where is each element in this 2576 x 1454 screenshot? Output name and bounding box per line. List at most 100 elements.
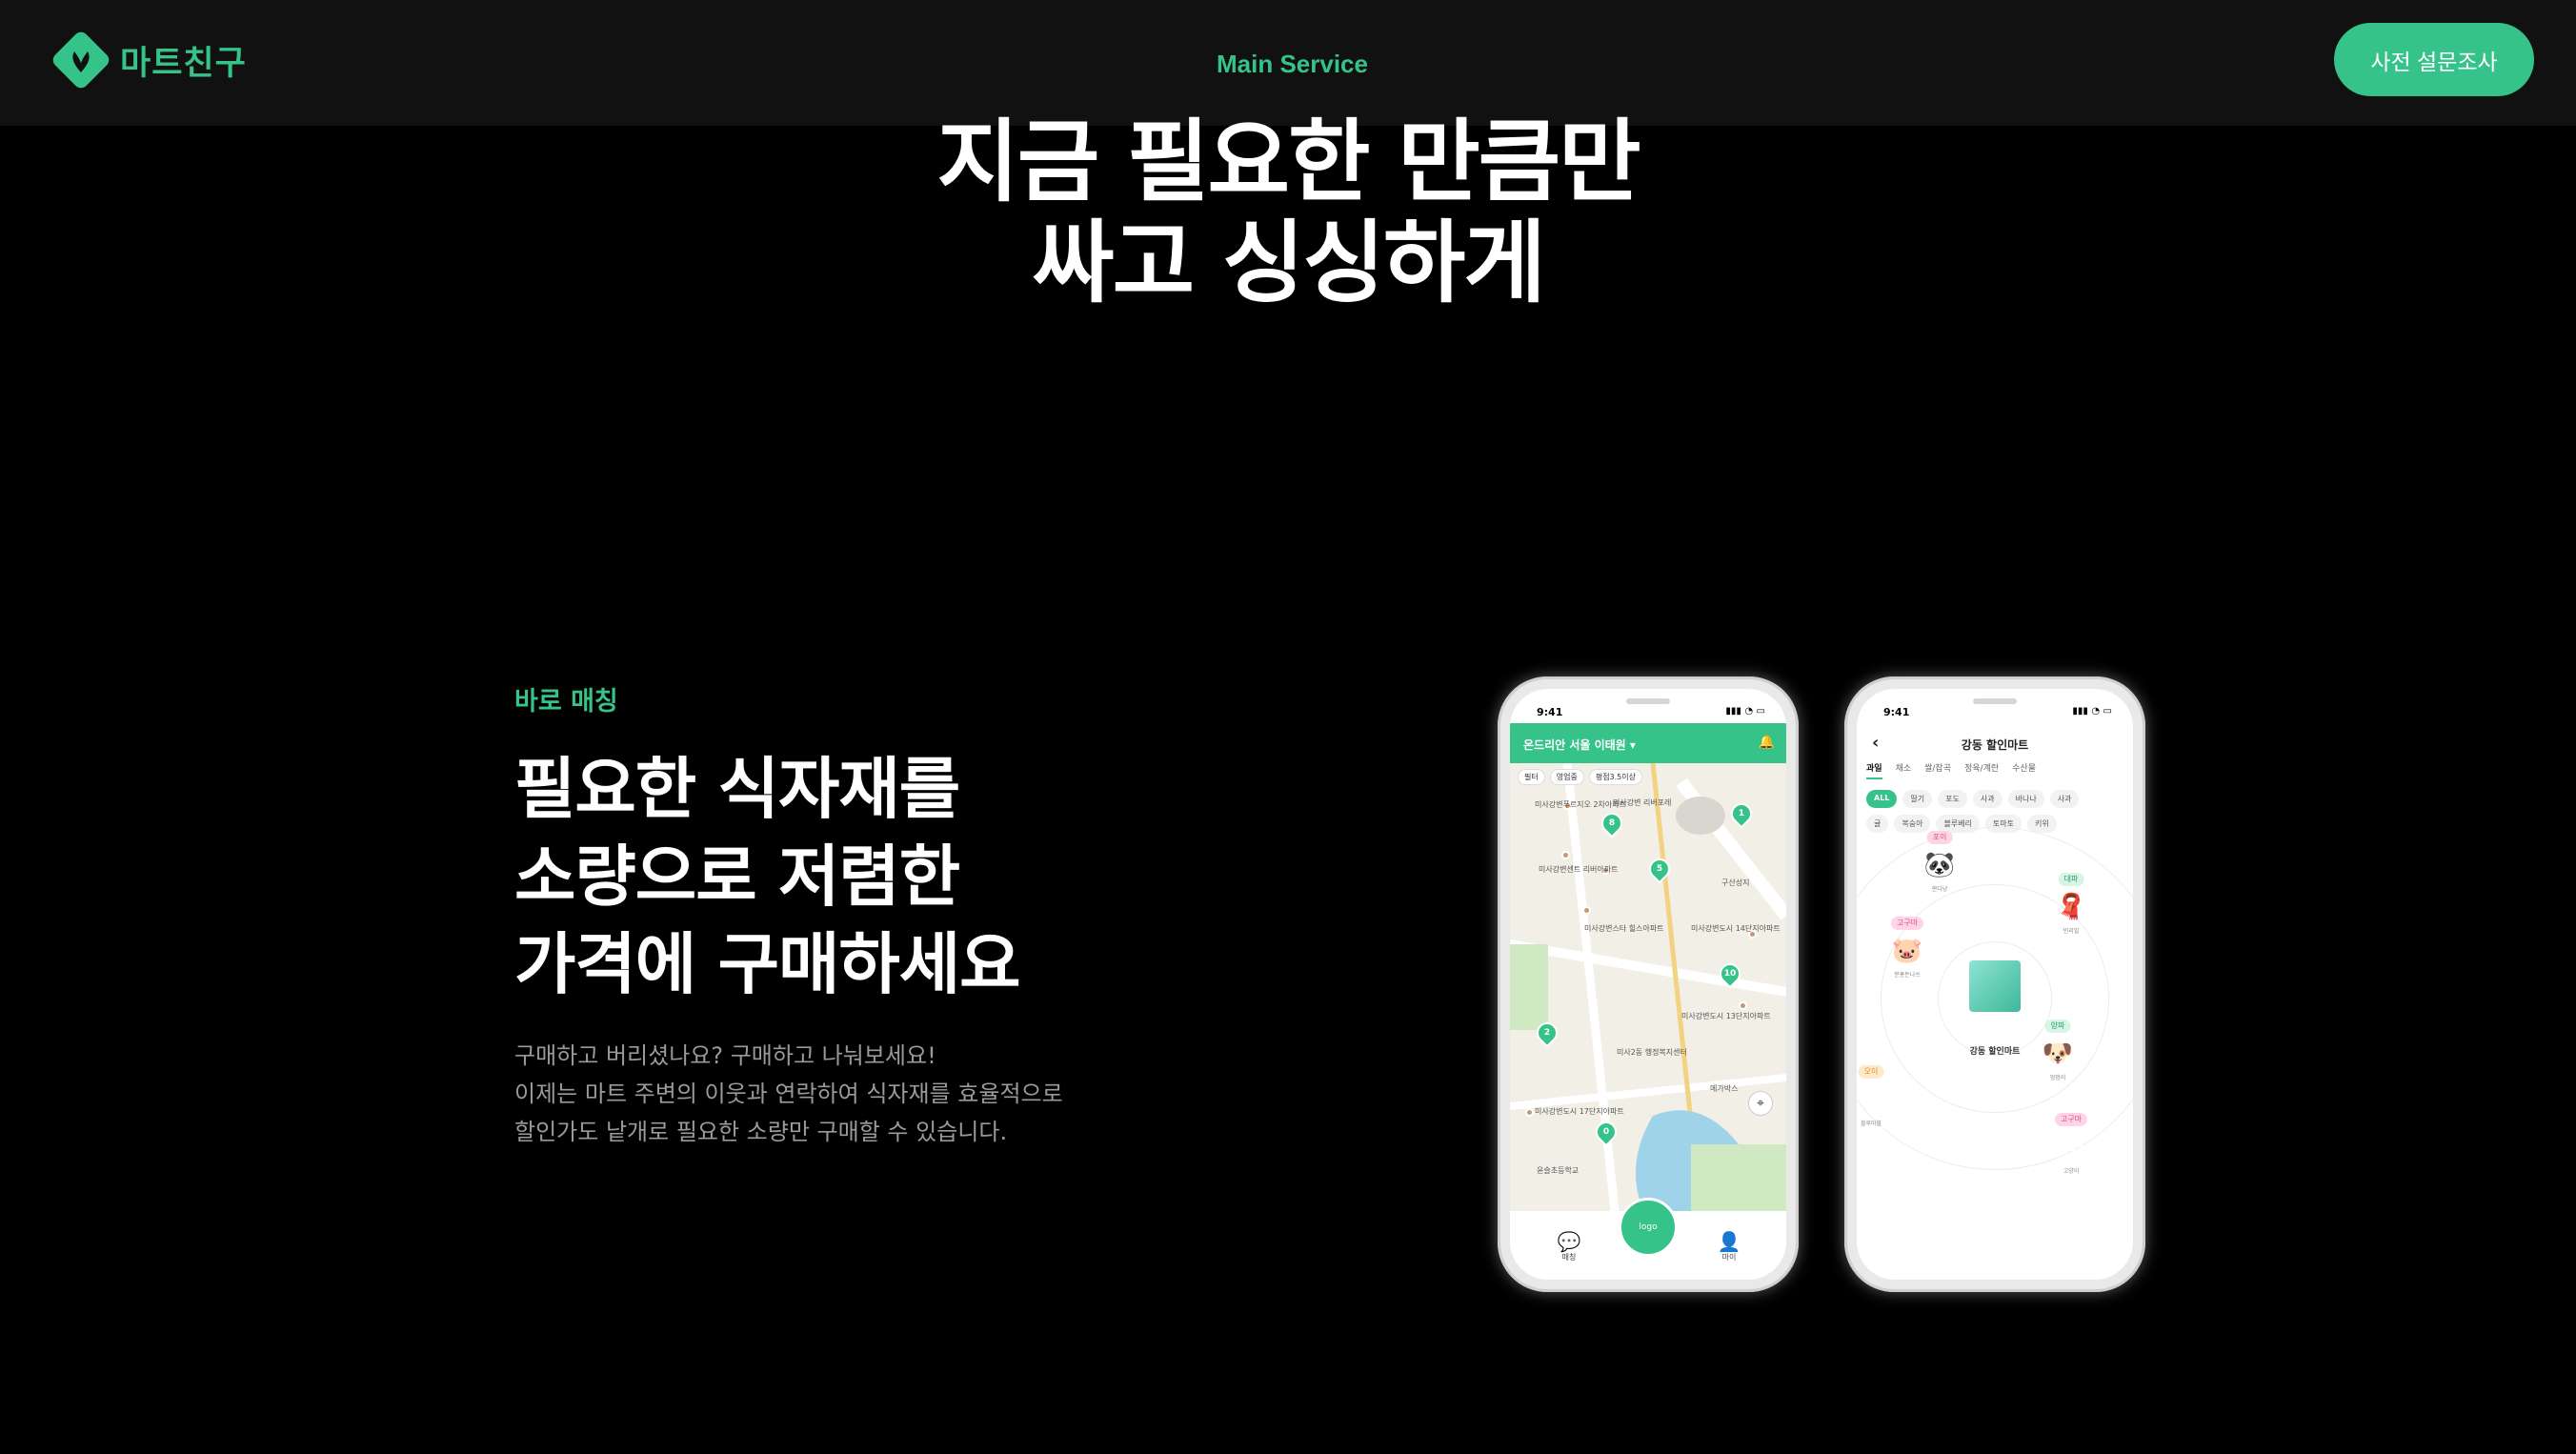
neighbor-avatar[interactable]: 🧣 대파 빈리빌 [2052, 873, 2090, 935]
map-filter-chips: 필터 영업중 평점3.5이상 [1518, 769, 1642, 785]
red-hood-icon: 🧣 [2055, 893, 2087, 921]
poi-label: 미사2동 행정복지센터 [1617, 1048, 1687, 1057]
filter-chip[interactable]: 평점3.5이상 [1588, 769, 1642, 785]
neighbor-avatar[interactable]: 🐷 고구마 분홍돈나쓰 [1888, 917, 1926, 979]
poi-label: 미사강변도시 14단지아파트 [1691, 924, 1781, 933]
item-tag: 대파 [2058, 873, 2084, 886]
store-screen: 9:41 ▮▮▮ ◔ ▭ ‹ 강동 할인마트 과일 채소 쌀/잡곡 정육/계란 … [1857, 689, 2133, 1280]
hero-line-1: 지금 필요한 만큼만 [936, 111, 1640, 214]
brand-name: 마트친구 [120, 44, 247, 83]
tab-label: 마이 [1721, 1253, 1737, 1262]
pig-icon: 🐷 [1891, 937, 1923, 965]
filter-row-1: ALL 딸기 포도 사과 바나나 사과 [1866, 790, 2080, 808]
nickname: 분홍돈나쓰 [1894, 972, 1921, 979]
status-time: 9:41 [1883, 706, 1910, 718]
poi-label: 윤슬초등학교 [1537, 1166, 1580, 1175]
poi-label: 미사강변도시 13단지아파트 [1681, 1012, 1771, 1020]
nav-link-main-service[interactable]: Main Service [1217, 50, 1368, 79]
notch [1626, 698, 1670, 704]
nickname: 판다냥 [1931, 886, 1948, 893]
item-tag: 고구마 [2054, 1113, 2088, 1126]
devil-icon: 😈 [1858, 1085, 1884, 1114]
category-tab[interactable]: 쌀/잡곡 [1924, 761, 1951, 779]
neighbor-avatar[interactable]: 🐼 포이 판다냥 [1921, 831, 1959, 893]
bell-icon[interactable]: 🔔 [1759, 735, 1775, 750]
hero-heading: 지금 필요한 만큼만 싸고 싱싱하게 [0, 112, 2576, 314]
radar-store-label: 강동 할인마트 [1969, 1047, 2021, 1057]
nickname: 빈리빌 [2063, 928, 2080, 935]
feature-desc-line: 이제는 마트 주변의 이웃과 연락하여 식자재를 효율적으로 [514, 1080, 1063, 1107]
category-tab[interactable]: 과일 [1866, 761, 1882, 779]
brand-logo[interactable]: 마트친구 [48, 27, 247, 93]
feature-desc-line: 할인가도 낱개로 필요한 소량만 구매할 수 있습니다. [514, 1119, 1008, 1145]
item-tag: 오이 [1858, 1065, 1884, 1079]
hero-line-2: 싸고 싱싱하게 [1032, 212, 1546, 315]
store-title: 강동 할인마트 [1961, 738, 2029, 752]
nickname: 멍멍이 [2049, 1075, 2066, 1081]
poi-label: 미사강변도시 17단지아파트 [1535, 1107, 1624, 1116]
store-header: ‹ 강동 할인마트 [1857, 727, 2133, 759]
top-nav: 마트친구 Main Service 사전 설문조사 [0, 0, 2576, 126]
poi-label: 미사강변 리버포레 [1613, 798, 1672, 807]
filter-chip[interactable]: 바나나 [2007, 790, 2044, 808]
filter-chip[interactable]: 필터 [1518, 769, 1545, 785]
filter-chip[interactable]: 딸기 [1902, 790, 1933, 808]
filter-chip[interactable]: 사과 [1972, 790, 2002, 808]
status-bar: 9:41 ▮▮▮ ◔ ▭ [1510, 689, 1786, 723]
tab-my[interactable]: 👤 마이 [1710, 1231, 1748, 1262]
chat-icon: 💬 [1557, 1230, 1581, 1253]
poi-label: 메가박스 [1710, 1084, 1739, 1093]
feature-title-line: 가격에 구매하세요 [514, 925, 1021, 1003]
poi-label: 구산성지 [1721, 878, 1750, 887]
map-view[interactable]: 필터 영업중 평점3.5이상 8 5 1 10 2 0 미사강변푸르지오 2차아… [1510, 763, 1786, 1211]
item-tag: 고구마 [1890, 917, 1924, 930]
bottom-tab-bar: 💬 매칭 logo 👤 마이 [1510, 1198, 1786, 1280]
feature-description: 구매하고 버리셨나요? 구매하고 나눠보세요! 이제는 마트 주변의 이웃과 연… [514, 1037, 1063, 1151]
neighbor-avatar[interactable]: 🐶 양파 멍멍이 [2039, 1020, 2077, 1081]
location-selector[interactable]: 온드리안 서울 이태원 ▾ [1523, 737, 1636, 753]
feature-eyebrow: 바로 매칭 [514, 687, 618, 717]
map-header: 온드리안 서울 이태원 ▾ 🔔 [1510, 723, 1786, 763]
map-roads [1510, 763, 1786, 1211]
item-tag: 포이 [1926, 831, 1953, 844]
leaf-logo-icon [48, 27, 114, 93]
filter-chip[interactable]: 영업중 [1549, 769, 1584, 785]
category-tab[interactable]: 수산물 [2012, 761, 2036, 779]
pre-survey-button[interactable]: 사전 설문조사 [2334, 23, 2534, 96]
neighbor-radar: 강동 할인마트 🐼 포이 판다냥 🧣 대파 빈리빌 🐷 고구마 분홍돈나쓰 🐶 … [1857, 827, 2133, 1175]
category-tab[interactable]: 채소 [1896, 761, 1912, 779]
feature-title: 필요한 식자재를 소량으로 저렴한 가격에 구매하세요 [514, 745, 1021, 1008]
logo-fab-button[interactable]: logo [1619, 1198, 1678, 1257]
poi-marker [1561, 851, 1570, 859]
current-location-icon[interactable]: ⌖ [1748, 1091, 1773, 1116]
signal-battery-icon: ▮▮▮ ◔ ▭ [1725, 706, 1765, 717]
category-tab[interactable]: 정육/계란 [1964, 761, 1999, 779]
feature-title-line: 소량으로 저렴한 [514, 838, 960, 916]
feature-desc-line: 구매하고 버리셨나요? 구매하고 나눠보세요! [514, 1042, 936, 1069]
phone-mockup-store: 9:41 ▮▮▮ ◔ ▭ ‹ 강동 할인마트 과일 채소 쌀/잡곡 정육/계란 … [1844, 677, 2145, 1292]
store-cube-icon [1969, 960, 2021, 1012]
nickname: 고양이 [2063, 1168, 2080, 1175]
item-tag: 양파 [2044, 1020, 2071, 1033]
panda-icon: 🐼 [1923, 851, 1956, 879]
poi-marker [1525, 1108, 1534, 1117]
poi-label: 미사강변스타 힐스아파트 [1584, 924, 1664, 933]
category-tabs: 과일 채소 쌀/잡곡 정육/계란 수산물 [1866, 761, 2036, 779]
user-icon: 👤 [1717, 1230, 1741, 1253]
status-time: 9:41 [1537, 706, 1563, 718]
phone-mockup-map: 9:41 ▮▮▮ ◔ ▭ 온드리안 서울 이태원 ▾ 🔔 필터 영업중 평점3.… [1498, 677, 1799, 1292]
signal-battery-icon: ▮▮▮ ◔ ▭ [2072, 706, 2112, 717]
tab-label: 매칭 [1561, 1253, 1577, 1262]
notch [1973, 698, 2017, 704]
nickname: 블루마블 [1860, 1121, 1882, 1127]
filter-chip[interactable]: 사과 [2049, 790, 2080, 808]
filter-chip[interactable]: 포도 [1938, 790, 1967, 808]
dog-icon: 🐶 [2042, 1040, 2074, 1068]
poi-label: 미사강변센트 리버아파트 [1539, 865, 1619, 874]
map-screen: 9:41 ▮▮▮ ◔ ▭ 온드리안 서울 이태원 ▾ 🔔 필터 영업중 평점3.… [1510, 689, 1786, 1280]
filter-chip[interactable]: ALL [1866, 790, 1898, 808]
status-bar: 9:41 ▮▮▮ ◔ ▭ [1857, 689, 2133, 723]
neighbor-avatar[interactable]: 🐱 고구마 고양이 [2052, 1113, 2090, 1175]
feature-title-line: 필요한 식자재를 [514, 750, 960, 828]
tab-matching[interactable]: 💬 매칭 [1550, 1231, 1588, 1262]
